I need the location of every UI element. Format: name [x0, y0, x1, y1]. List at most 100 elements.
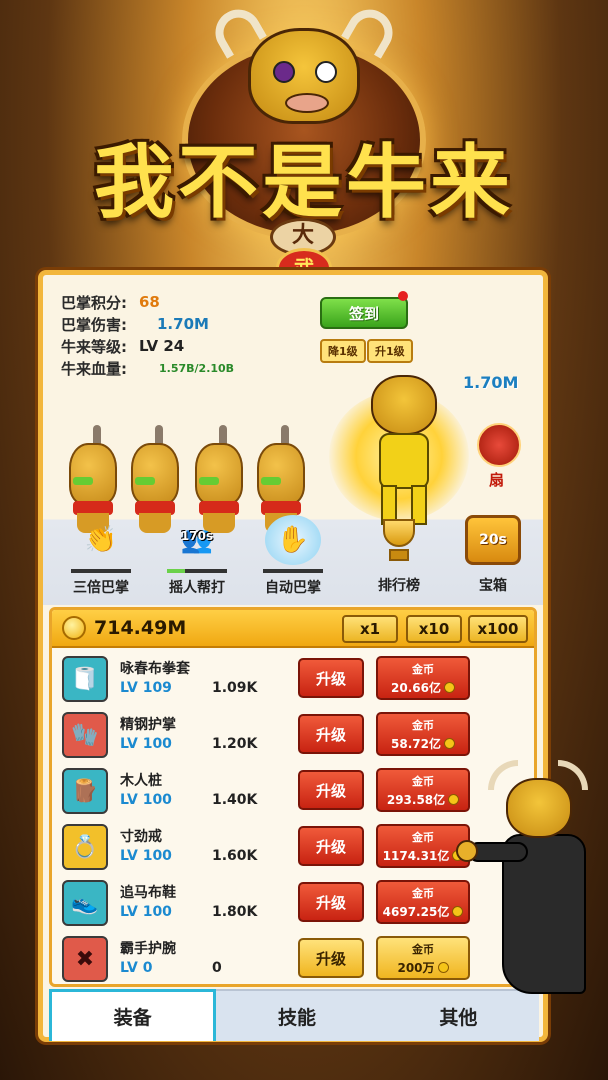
game-title: 我不是牛来 [94, 135, 514, 229]
cost-button[interactable]: 金币 200万 [376, 936, 470, 980]
clap-hands-icon: 👏 [84, 525, 118, 555]
cost-label: 金币 [412, 887, 434, 900]
leaderboard-button[interactable]: 排行榜 [351, 515, 447, 595]
tab-skills[interactable]: 技能 [216, 989, 378, 1041]
skill-progress [167, 569, 227, 573]
coin-bar: 714.49M x1 x10 x100 [52, 610, 534, 648]
cost-button[interactable]: 金币 293.58亿 [376, 768, 470, 812]
equipment-level: LV 100 [120, 792, 172, 808]
bull-mascot-head [248, 28, 360, 124]
multiplier-x10-button[interactable]: x10 [406, 615, 462, 643]
equipment-row: 🪵 木人桩 LV 100 1.40K 升级 金币 293.58亿 [52, 762, 534, 818]
skill-triple-slap[interactable]: 👏 三倍巴掌 [53, 515, 149, 597]
equipment-row: 🧻 咏春布拳套 LV 109 1.09K 升级 金币 20.66亿 [52, 650, 534, 706]
wooden-dummy-icon: 🪵 [62, 768, 108, 814]
skill-label: 自动巴掌 [265, 580, 321, 596]
leaderboard-label: 排行榜 [378, 578, 420, 594]
skill-progress [71, 569, 131, 573]
multiplier-x1-button[interactable]: x1 [342, 615, 398, 643]
skill-timer: 170s [180, 529, 214, 543]
cost-label: 金币 [412, 663, 434, 676]
wrap-icon: 🧻 [62, 656, 108, 702]
equipment-name: 追马布鞋 [120, 885, 176, 901]
coin-icon [437, 962, 449, 973]
kungfu-bull-target[interactable] [359, 375, 449, 525]
coin-icon [452, 906, 464, 917]
bull-eye [315, 61, 337, 83]
bottom-tabs: 装备 技能 其他 [49, 989, 539, 1041]
cost-value: 58.72亿 [391, 737, 441, 751]
stat-value: 1.70M [157, 315, 209, 333]
cost-label: 金币 [412, 719, 434, 732]
equipment-damage: 1.80K [212, 904, 258, 920]
tab-equipment[interactable]: 装备 [49, 989, 217, 1041]
equipment-level: LV 0 [120, 960, 153, 976]
skill-call-helpers[interactable]: 👥 170s 摇人帮打 [149, 515, 245, 597]
checkin-button[interactable]: 签到 [320, 297, 408, 329]
level-up-button[interactable]: 升1级 [367, 339, 413, 363]
equipment-damage: 0 [212, 960, 222, 976]
treasure-chest-button[interactable]: 20s 宝箱 [445, 515, 541, 595]
equipment-row: 🧤 精钢护掌 LV 100 1.20K 升级 金币 58.72亿 [52, 706, 534, 762]
gauntlet-icon: 🧤 [62, 712, 108, 758]
stat-value: LV 24 [139, 337, 185, 355]
chest-label: 宝箱 [479, 578, 507, 594]
cost-value: 293.58亿 [386, 793, 446, 807]
equipment-level: LV 100 [120, 904, 172, 920]
kungfu-master-bull [456, 760, 608, 1004]
trophy-icon [371, 515, 427, 565]
coin-total: 714.49M [94, 617, 187, 639]
equipment-name: 木人桩 [120, 773, 162, 789]
slap-hand-icon[interactable] [477, 423, 521, 467]
equipment-row: 👟 追马布鞋 LV 100 1.80K 升级 金币 4697.25亿 [52, 874, 534, 930]
notification-dot [398, 291, 408, 301]
stat-value: 1.57B/2.10B [159, 361, 235, 375]
equipment-name: 咏春布拳套 [120, 661, 190, 677]
stats-block: 巴掌积分: 68 巴掌伤害: 1.70M 牛来等级: LV 24 牛来血量: 1… [61, 291, 234, 379]
skill-auto-slap[interactable]: ✋ 自动巴掌 [245, 515, 341, 597]
stat-label: 巴掌伤害: [61, 315, 127, 334]
bull-mouth [285, 93, 329, 113]
upgrade-button[interactable]: 升级 [298, 770, 364, 810]
coin-icon [443, 738, 455, 749]
skill-label: 摇人帮打 [169, 580, 225, 596]
stat-bull-hp: 牛来血量: 1.57B/2.10B [61, 357, 234, 379]
cost-value: 200万 [397, 961, 435, 975]
skill-label: 三倍巴掌 [73, 580, 129, 596]
cost-label: 金币 [412, 943, 434, 956]
equipment-damage: 1.20K [212, 736, 258, 752]
coin-icon [448, 794, 460, 805]
stat-slap-damage: 巴掌伤害: 1.70M [61, 313, 234, 335]
stat-slap-points: 巴掌积分: 68 [61, 291, 234, 313]
equipment-level: LV 100 [120, 736, 172, 752]
upgrade-button[interactable]: 升级 [298, 658, 364, 698]
wristguard-icon: ✖ [62, 936, 108, 982]
equipment-name: 精钢护掌 [120, 717, 176, 733]
equipment-name: 霸手护腕 [120, 941, 176, 957]
multiplier-x100-button[interactable]: x100 [468, 615, 528, 643]
cost-button[interactable]: 金币 20.66亿 [376, 656, 470, 700]
coin-icon [443, 682, 455, 693]
stat-label: 牛来血量: [61, 359, 127, 378]
cost-value: 1174.31亿 [382, 849, 450, 863]
equipment-name: 寸劲戒 [120, 829, 162, 845]
equipment-level: LV 100 [120, 848, 172, 864]
bruised-eye [273, 61, 295, 83]
upgrade-button[interactable]: 升级 [298, 938, 364, 978]
upgrade-button[interactable]: 升级 [298, 826, 364, 866]
cost-label: 金币 [412, 775, 434, 788]
skill-progress [263, 569, 323, 573]
upgrade-button[interactable]: 升级 [298, 714, 364, 754]
level-down-button[interactable]: 降1级 [320, 339, 366, 363]
cost-button[interactable]: 金币 58.72亿 [376, 712, 470, 756]
cost-button[interactable]: 金币 4697.25亿 [376, 880, 470, 924]
cost-label: 金币 [412, 831, 434, 844]
equipment-row: ✖ 霸手护腕 LV 0 0 升级 金币 200万 [52, 930, 534, 984]
auto-hand-icon: ✋ [265, 515, 321, 565]
upgrade-button[interactable]: 升级 [298, 882, 364, 922]
equipment-panel: 714.49M x1 x10 x100 🧻 咏春布拳套 LV 109 1.09K… [49, 607, 537, 987]
stat-value: 68 [139, 293, 160, 311]
equipment-damage: 1.09K [212, 680, 258, 696]
stat-bull-level: 牛来等级: LV 24 [61, 335, 234, 357]
coin-icon [62, 616, 86, 640]
